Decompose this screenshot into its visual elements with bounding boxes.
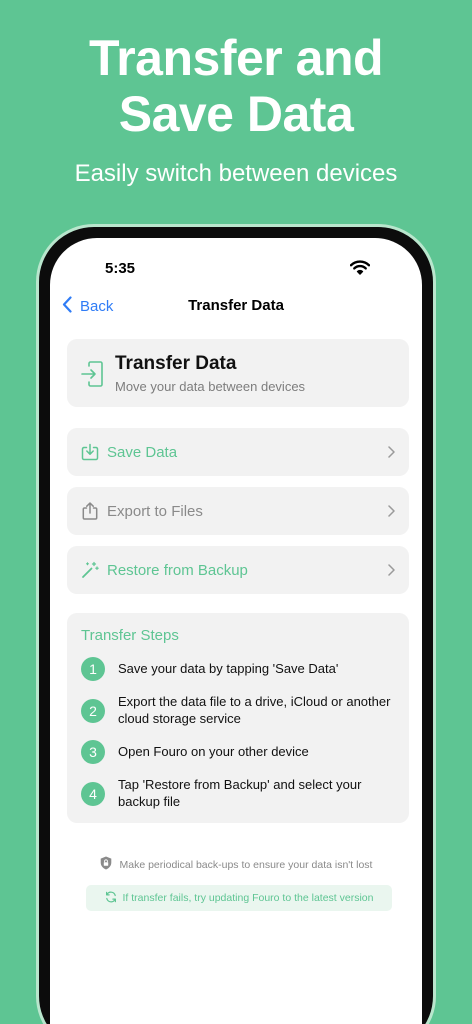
restore-from-backup-label: Restore from Backup [107, 561, 248, 579]
step-number-badge: 3 [81, 740, 105, 764]
chevron-right-icon [388, 505, 395, 517]
status-time: 5:35 [105, 260, 136, 277]
update-tip-text: If transfer fails, try updating Fouro to… [122, 892, 374, 904]
step-text: Open Fouro on your other device [118, 744, 309, 759]
backup-note-text: Make periodical back-ups to ensure your … [119, 858, 373, 871]
step-text: Tap 'Restore from Backup' and select you… [118, 777, 362, 809]
phone-frame: 5:35 Back Transfer Data Transfer Data Mo… [36, 224, 436, 1024]
back-button[interactable]: Back [62, 295, 113, 317]
transfer-steps-title: Transfer Steps [81, 627, 179, 644]
lock-shield-icon [100, 856, 120, 873]
step-number-badge: 4 [81, 782, 105, 806]
backup-note: Make periodical back-ups to ensure your … [50, 856, 422, 873]
import-arrow-icon [81, 361, 103, 392]
hero-subtitle: Move your data between devices [115, 379, 306, 394]
step-text: Save your data by tapping 'Save Data' [118, 661, 339, 676]
chevron-right-icon [388, 564, 395, 576]
promo-headline: Transfer and Save Data [0, 30, 472, 142]
download-tray-icon [81, 443, 99, 461]
export-to-files-label: Export to Files [107, 502, 203, 520]
export-to-files-button[interactable]: Export to Files [67, 487, 409, 535]
headline-line-1: Transfer and [88, 30, 384, 86]
chevron-right-icon [388, 446, 395, 458]
back-label: Back [80, 297, 114, 315]
promo-subheadline: Easily switch between devices [74, 160, 398, 187]
restore-from-backup-button[interactable]: Restore from Backup [67, 546, 409, 594]
step-item: 2 Export the data file to a drive, iClou… [81, 690, 399, 727]
headline-line-2: Save Data [118, 86, 354, 142]
step-item: 1 Save your data by tapping 'Save Data' [81, 657, 399, 681]
chevron-left-icon [62, 295, 80, 317]
save-data-button[interactable]: Save Data [67, 428, 409, 476]
step-text: Export the data file to a drive, iCloud … [118, 694, 391, 726]
magic-wand-icon [81, 561, 99, 579]
save-data-label: Save Data [107, 443, 178, 461]
share-icon [81, 502, 99, 520]
transfer-steps-card: Transfer Steps 1 Save your data by tappi… [67, 613, 409, 823]
step-item: 4 Tap 'Restore from Backup' and select y… [81, 773, 399, 810]
update-tip: If transfer fails, try updating Fouro to… [86, 885, 392, 911]
step-number-badge: 2 [81, 699, 105, 723]
step-number-badge: 1 [81, 657, 105, 681]
wifi-icon [349, 260, 371, 280]
phone-screen: 5:35 Back Transfer Data Transfer Data Mo… [50, 238, 422, 1024]
hero-title: Transfer Data [115, 353, 237, 374]
hero-card: Transfer Data Move your data between dev… [67, 339, 409, 407]
refresh-icon [105, 891, 123, 906]
step-item: 3 Open Fouro on your other device [81, 740, 399, 764]
